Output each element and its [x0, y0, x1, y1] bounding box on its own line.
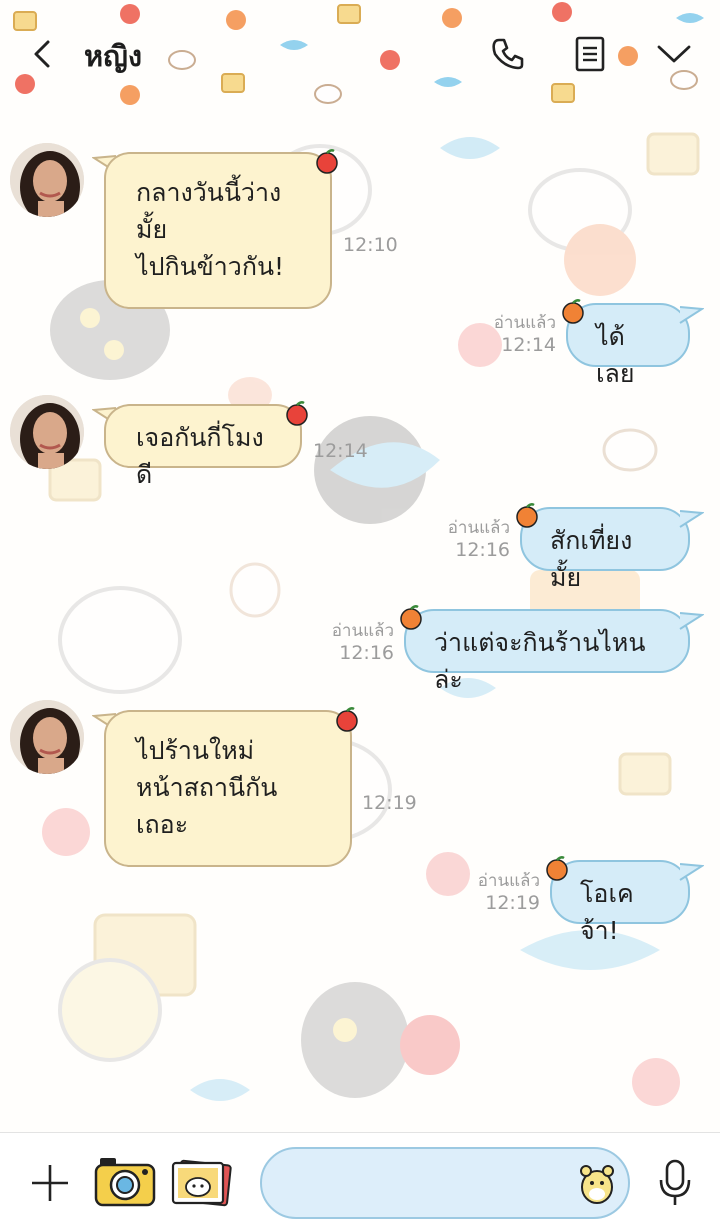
avatar[interactable]: [10, 395, 84, 469]
phone-icon: [492, 38, 524, 70]
photo-gallery-icon: [171, 1159, 232, 1207]
message-line: เจอกันกี่โมงดี: [136, 423, 264, 489]
camera-icon: [94, 1158, 156, 1207]
read-receipt: อ่านแล้ว: [447, 518, 510, 538]
chat-header: หญิง: [0, 0, 720, 112]
message-line: ไปกินข้าวกัน!: [136, 252, 285, 281]
menu-button[interactable]: [652, 32, 696, 76]
bubble-tail: [679, 510, 704, 528]
message-text: ว่าแต่จะกินร้านไหนล่ะ: [434, 628, 646, 694]
avatar[interactable]: [10, 700, 84, 774]
message-time: 12:19: [485, 892, 540, 914]
message-bubble-incoming[interactable]: เจอกันกี่โมงดี: [104, 404, 302, 489]
apple-icon: [516, 503, 538, 528]
message-text-field[interactable]: [286, 1149, 566, 1217]
apple-icon: [546, 856, 568, 881]
notes-button[interactable]: [568, 32, 612, 76]
read-receipt: อ่านแล้ว: [331, 621, 394, 641]
apple-icon: [316, 149, 338, 174]
message-time: 12:10: [343, 234, 398, 256]
message-input[interactable]: [260, 1147, 630, 1219]
message-line: ไปร้านใหม่: [136, 736, 255, 765]
avatar-photo: [10, 700, 84, 774]
message-text: โอเคจ้า!: [580, 879, 634, 945]
message-meta: อ่านแล้ว 12:14: [470, 312, 556, 356]
message-bubble-incoming[interactable]: กลางวันนี้ว่างมั้ย ไปกินข้าวกัน!: [104, 152, 332, 309]
apple-icon: [336, 707, 358, 732]
microphone-icon: [659, 1159, 691, 1205]
avatar[interactable]: [10, 143, 84, 217]
message-meta: อ่านแล้ว 12:16: [424, 517, 510, 561]
message-bubble-outgoing[interactable]: สักเที่ยงมั้ย: [520, 507, 690, 592]
message-bubble-outgoing[interactable]: ว่าแต่จะกินร้านไหนล่ะ: [404, 609, 690, 694]
chat-title: หญิง: [84, 39, 142, 73]
chevron-down-icon: [657, 45, 691, 63]
message-line: หน้าสถานีกันเถอะ: [136, 773, 278, 839]
camera-button[interactable]: [92, 1153, 158, 1213]
apple-icon: [286, 401, 308, 426]
gallery-button[interactable]: [168, 1155, 234, 1211]
apple-icon: [400, 605, 422, 630]
notes-icon: [575, 36, 605, 72]
message-text: สักเที่ยงมั้ย: [550, 526, 633, 592]
bubble-tail: [679, 306, 704, 324]
voice-button[interactable]: [650, 1153, 700, 1213]
message-time: 12:16: [455, 539, 510, 561]
bubble-tail: [679, 612, 704, 630]
message-bubble-outgoing[interactable]: โอเคจ้า!: [550, 860, 690, 945]
read-receipt: อ่านแล้ว: [493, 313, 556, 333]
message-time: 12:16: [339, 642, 394, 664]
message-time: 12:14: [501, 334, 556, 356]
message-time: 12:14: [313, 440, 368, 462]
message-line: กลางวันนี้ว่างมั้ย: [136, 178, 282, 244]
message-text: ได้เลย: [596, 322, 635, 388]
message-meta: อ่านแล้ว 12:19: [454, 870, 540, 914]
chat-screen: หญิง กลางวันนี้ว่างมั้ย ไปกินข้าวกัน! 12…: [0, 0, 720, 1232]
message-bubble-incoming[interactable]: ไปร้านใหม่ หน้าสถานีกันเถอะ: [104, 710, 352, 867]
apple-icon: [562, 299, 584, 324]
add-button[interactable]: [24, 1157, 76, 1209]
call-button[interactable]: [486, 32, 530, 76]
read-receipt: อ่านแล้ว: [477, 871, 540, 891]
avatar-photo: [10, 395, 84, 469]
message-input-bar: [0, 1132, 720, 1232]
plus-icon: [32, 1165, 68, 1201]
message-meta: อ่านแล้ว 12:16: [308, 620, 394, 664]
chevron-left-icon: [34, 40, 50, 68]
sticker-button[interactable]: [574, 1159, 620, 1207]
bubble-tail: [679, 863, 704, 881]
message-time: 12:19: [362, 792, 417, 814]
hamster-sticker-icon: [580, 1165, 614, 1204]
avatar-photo: [10, 143, 84, 217]
back-button[interactable]: [22, 32, 62, 76]
